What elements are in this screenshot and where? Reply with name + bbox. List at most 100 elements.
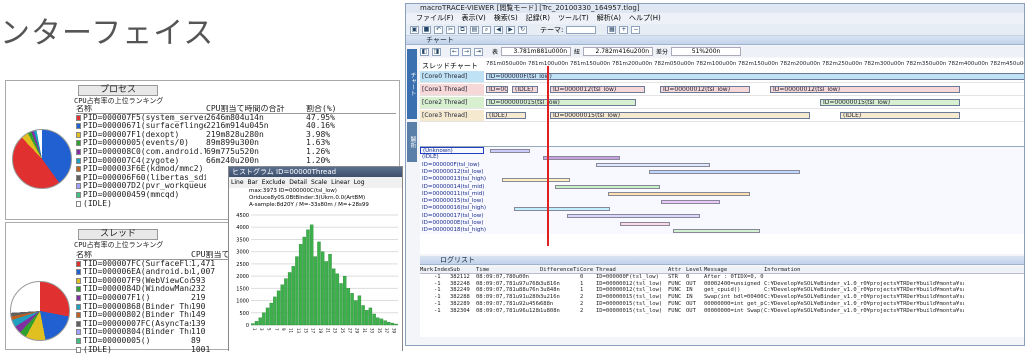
process-row[interactable]: PID=000007C4(zygote) 66m240u200n 1.20% (76, 157, 396, 166)
process-row[interactable]: PID=00000005(events/0) 89m899u300n 1.63% (76, 139, 396, 148)
thread-timeline-row[interactable]: ID=0000000E(tsl_low) (420, 220, 1024, 227)
thread-activity-bar[interactable] (514, 206, 610, 211)
thread-activity-bar[interactable] (555, 185, 660, 189)
thread-row[interactable]: TID=00000804(Binder Thread #)110 (76, 328, 228, 337)
trace-segment[interactable]: (IDLE) (840, 112, 960, 119)
back-icon[interactable]: ← (450, 47, 459, 56)
trace-segment[interactable]: ID=00000015(tsl_low) (550, 112, 810, 119)
opt-exclude[interactable]: Exclude (262, 179, 286, 186)
trace-segment[interactable]: ID=000000F(tsl_low) (486, 73, 1024, 80)
trace-segment[interactable]: ID=00000015(tsl_low) (820, 99, 960, 106)
zoom-fit-icon[interactable]: ◧ (420, 47, 429, 56)
menu-item[interactable]: 表示(V) (462, 13, 486, 24)
zoom-start[interactable]: 3.781m881u000n (501, 47, 572, 56)
trace-segment[interactable]: ID=0000... (486, 86, 508, 93)
thread-timeline-row[interactable]: ID=00000016(tsl_high) (420, 205, 1024, 212)
trace-segment[interactable]: (IDLE) (512, 86, 538, 93)
thread-row[interactable]: TID=000007F1() 219 (76, 294, 228, 303)
next-icon[interactable]: ▶ (506, 25, 515, 34)
theme-select[interactable] (566, 25, 597, 34)
log-column-header[interactable]: Index (434, 267, 450, 273)
trace-segment[interactable]: (IDLE) (486, 112, 526, 119)
process-row[interactable]: PID=000007F1(dexopt) 219m828u280n 3.98% (76, 131, 396, 140)
opt-bar[interactable]: Bar (248, 179, 258, 186)
log-column-header[interactable]: DifferenceTime (540, 267, 580, 273)
log-column-header[interactable]: Mark (420, 267, 434, 273)
log-row[interactable]: -1 382112 08:09:07,780u00n 0 ID=000000F(tsl_… (420, 274, 1024, 281)
paste-icon[interactable]: ▤ (470, 25, 479, 34)
thread-row[interactable]: TID=000006EA(android.browser)1,007 (76, 268, 228, 277)
log-column-header[interactable]: Information (764, 267, 964, 273)
refresh-icon[interactable]: ↻ (518, 25, 527, 34)
copy-icon[interactable]: ⧉ (458, 25, 467, 34)
save-icon[interactable]: ■ (422, 25, 431, 34)
thread-activity-bar[interactable] (661, 199, 720, 204)
jump-icon[interactable]: ⇥ (474, 47, 483, 56)
log-column-header[interactable]: Core (580, 267, 596, 273)
core-lane[interactable]: [Core1 Thread]ID=0000... (IDLE) ID=0000012… (420, 84, 1024, 96)
analysis-side-tab[interactable]: 解析 (407, 122, 417, 162)
log-column-header[interactable]: Message (704, 267, 764, 273)
thread-row[interactable]: TID=00000802(Binder Thread #)149 (76, 311, 228, 320)
log-column-header[interactable]: Level (686, 267, 704, 273)
menu-item[interactable]: 検索(S) (494, 13, 518, 24)
log-column-header[interactable]: Sub (450, 267, 476, 273)
zoom-out-icon[interactable]: − (631, 25, 641, 34)
log-column-header[interactable]: Thread (596, 267, 668, 273)
thread-timeline-row[interactable]: (IDLE) (420, 154, 1024, 161)
process-row[interactable]: PID=00000671(surfaceflinger) 2216m914u045… (76, 122, 396, 131)
thread-activity-bar[interactable] (543, 155, 620, 160)
undo-icon[interactable]: ↶ (434, 25, 443, 34)
opt-linear[interactable]: Linear (331, 179, 350, 186)
opt-line[interactable]: Line (231, 179, 244, 186)
trace-segment[interactable]: ID=000000015(tsl_low) (486, 99, 636, 106)
log-row[interactable]: -1 382249 08:09:07,781u88u76n 3u848n 1 ID=000… (420, 287, 1024, 294)
menu-item[interactable]: 解析(A) (597, 13, 621, 24)
log-column-header[interactable]: Attr (668, 267, 686, 273)
process-row[interactable]: PID=000007F5(system_server) 2646m804u14n 4… (76, 114, 396, 123)
trace-segment[interactable]: ID=00000012(tsl_low) (660, 86, 750, 93)
log-column-header[interactable]: Time (476, 267, 540, 273)
thread-timeline-row[interactable]: (Unknown) (420, 147, 484, 155)
find-icon[interactable]: ⌕ (482, 25, 491, 34)
chart-side-tab[interactable]: チャート (407, 49, 417, 119)
thread-timeline-row[interactable]: ID=00000015(tsl_low) (420, 198, 1024, 205)
zoom-all-icon[interactable]: ◨ (432, 47, 441, 56)
opt-detail[interactable]: Detail (289, 179, 307, 186)
grid-icon[interactable]: ▦ (607, 25, 617, 34)
thread-timeline-row[interactable]: ID=000000F(tsl_low) (420, 162, 1024, 169)
menu-item[interactable]: ヘルプ(H) (629, 13, 661, 24)
thread-activity-bar[interactable] (649, 170, 800, 175)
opt-scale[interactable]: Scale (311, 179, 327, 186)
open-icon[interactable]: ▣ (410, 25, 419, 34)
thread-timeline-row[interactable]: ID=00000014(tsl_mid) (420, 184, 1024, 191)
trace-segment[interactable]: ID=0000012(tsl_low) (550, 86, 645, 93)
thread-activity-bar[interactable] (608, 192, 750, 197)
thread-activity-bar[interactable] (502, 177, 570, 182)
log-row[interactable]: -1 382288 08:09:07,781u91u280n 3u216n 2 ID=00… (420, 294, 1024, 301)
core-lane[interactable]: [Core2 Thread] ID=000000015(tsl_low) ID=00… (420, 97, 1024, 109)
thread-activity-bar[interactable] (620, 221, 670, 226)
thread-activity-bar[interactable] (673, 228, 760, 233)
thread-row[interactable]: TID=000007F9(WebViewCoreThre)593 (76, 277, 228, 286)
log-row[interactable]: -1 382248 08:09:07,781u97u768n 3u816n 1 ID=00… (420, 281, 1024, 288)
thread-row[interactable]: TID=00000868(Binder Thread #)190 (76, 303, 228, 312)
cursor-line[interactable] (547, 66, 549, 246)
thread-activity-bar[interactable] (567, 214, 700, 219)
process-row[interactable]: PID=000008C0(com.android.launcher)69m775… (76, 148, 396, 157)
thread-chart[interactable]: スレッドチャート 781m050u00n 781m100u00n 781m150u0… (420, 58, 1024, 254)
thread-row[interactable]: TID=0000084D(WindowManager)232 (76, 285, 228, 294)
menu-item[interactable]: ツール(T) (558, 13, 589, 24)
cut-icon[interactable]: ✂ (446, 25, 455, 34)
thread-timeline-row[interactable]: ID=00000017(tsl_low) (420, 213, 1024, 220)
trace-segment[interactable]: ID=00000012(tsl_low) (770, 86, 960, 93)
log-row[interactable]: -1 382289 08:09:07,781u92u456n 688n 2 ID=0000… (420, 301, 1024, 308)
log-row[interactable]: -1 382304 08:09:07,781u96u128n 1u808n 2 ID=00… (420, 308, 1024, 315)
thread-activity-bar[interactable] (596, 163, 710, 168)
menu-item[interactable]: 記録(R) (526, 13, 550, 24)
zoom-end[interactable]: 2.782m416u200n (583, 47, 654, 56)
thread-row[interactable]: TID=00000005() 89 (76, 337, 228, 346)
menu-item[interactable]: ファイル(F) (416, 13, 454, 24)
thread-activity-bar[interactable] (490, 148, 530, 153)
zoom-in-icon[interactable]: + (619, 25, 629, 34)
